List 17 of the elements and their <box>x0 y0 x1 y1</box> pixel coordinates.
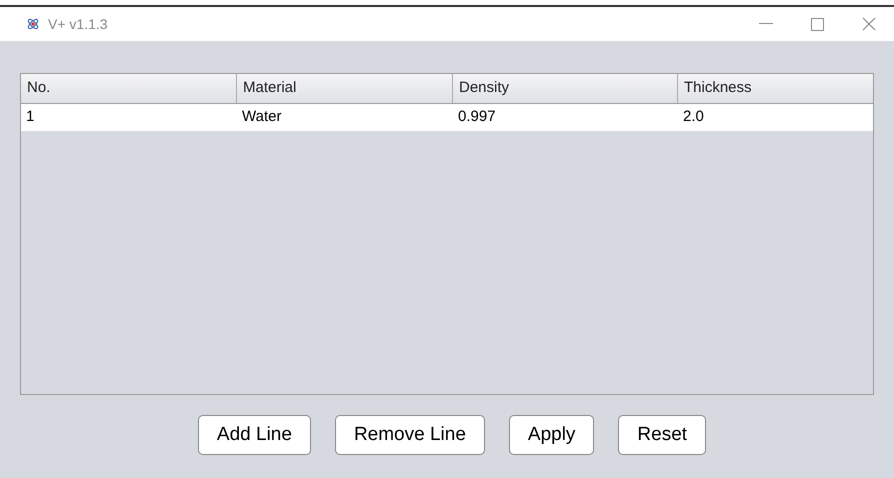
close-icon[interactable] <box>862 17 876 31</box>
window-title: V+ v1.1.3 <box>48 14 108 34</box>
minimize-icon[interactable] <box>759 23 773 25</box>
maximize-icon[interactable] <box>811 18 824 30</box>
table-cell-text: Water <box>241 107 282 128</box>
column-header[interactable]: No. <box>21 74 237 103</box>
action-button[interactable]: Reset <box>618 415 706 455</box>
column-header[interactable]: Material <box>237 74 453 103</box>
action-button[interactable]: Add Line <box>198 415 311 455</box>
column-header[interactable]: Thickness <box>678 74 873 103</box>
atom-icon <box>26 17 40 31</box>
table-cell-text: 1 <box>25 107 36 128</box>
column-header[interactable]: Density <box>453 74 678 103</box>
action-button[interactable]: Remove Line <box>334 415 485 455</box>
table-cell-text: 2.0 <box>682 107 705 128</box>
action-button[interactable]: Apply <box>508 415 594 455</box>
table-cell-text: 0.997 <box>457 107 497 128</box>
